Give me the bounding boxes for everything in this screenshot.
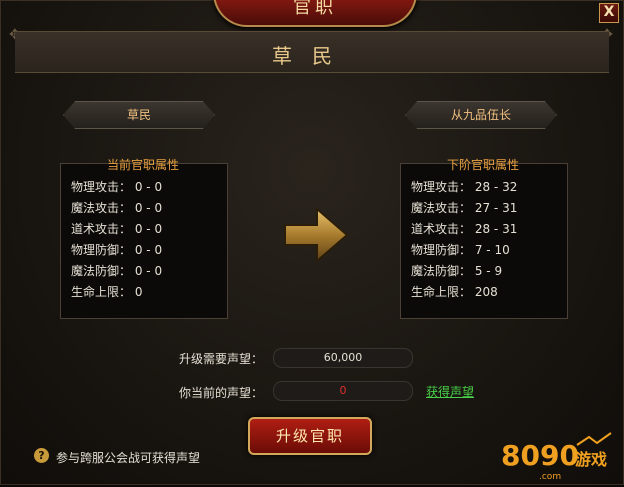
current-rank-plate: 草民 [63,101,215,129]
close-button[interactable]: X [599,3,619,23]
next-attributes-title: 下阶官职属性 [446,158,519,172]
attr-row: 物理攻击： 0 - 0 [71,180,163,194]
attr-row: 生命上限： 208 [411,285,498,299]
current-rank-name: 草民 [272,44,352,68]
current-reputation-label: 你当前的声望： [178,386,263,400]
window-title: 官职 [213,0,417,27]
attr-row: 魔法防御： 0 - 0 [71,264,163,278]
attr-row: 魔法攻击： 27 - 31 [411,201,518,215]
official-rank-window: 官职 X ✥ ✥ 草民 草民 物理攻击： 0 - 0 魔法攻击： 0 - 0 道… [0,0,624,485]
logo-domain: .com [539,472,561,482]
attr-row: 魔法攻击： 0 - 0 [71,201,163,215]
attr-row: 物理攻击： 28 - 32 [411,180,518,194]
attr-row: 生命上限： 0 [71,285,143,299]
upgrade-rank-button[interactable]: 升级官职 [248,417,372,455]
required-reputation-label: 升级需要声望： [178,352,263,366]
arrow-right-icon [284,207,349,263]
logo-text: 游戏 [575,450,607,469]
current-attributes-title: 当前官职属性 [106,158,179,172]
current-attributes-panel: 物理攻击： 0 - 0 魔法攻击： 0 - 0 道术攻击： 0 - 0 物理防御… [60,163,228,319]
attr-row: 物理防御： 7 - 10 [411,243,510,257]
logo-digits: 8090 [501,439,579,472]
attr-row: 道术攻击： 0 - 0 [71,222,163,236]
attr-row: 物理防御： 0 - 0 [71,243,163,257]
required-reputation-value: 60,000 [273,348,413,368]
attr-row: 道术攻击： 28 - 31 [411,222,518,236]
get-reputation-link[interactable]: 获得声望 [426,383,474,400]
attr-row: 魔法防御： 5 - 9 [411,264,503,278]
help-icon[interactable]: ? [34,448,49,463]
hint-text: 参与跨服公会战可获得声望 [56,451,201,465]
next-rank-plate: 从九品伍长 [405,101,557,129]
logo-icon: 8090 游戏 .com [501,432,612,482]
next-attributes-panel: 物理攻击： 28 - 32 魔法攻击： 27 - 31 道术攻击： 28 - 3… [400,163,568,319]
rank-banner: 草民 [15,31,609,73]
site-logo: 8090 游戏 .com [499,431,619,487]
current-reputation-value: 0 [273,381,413,401]
